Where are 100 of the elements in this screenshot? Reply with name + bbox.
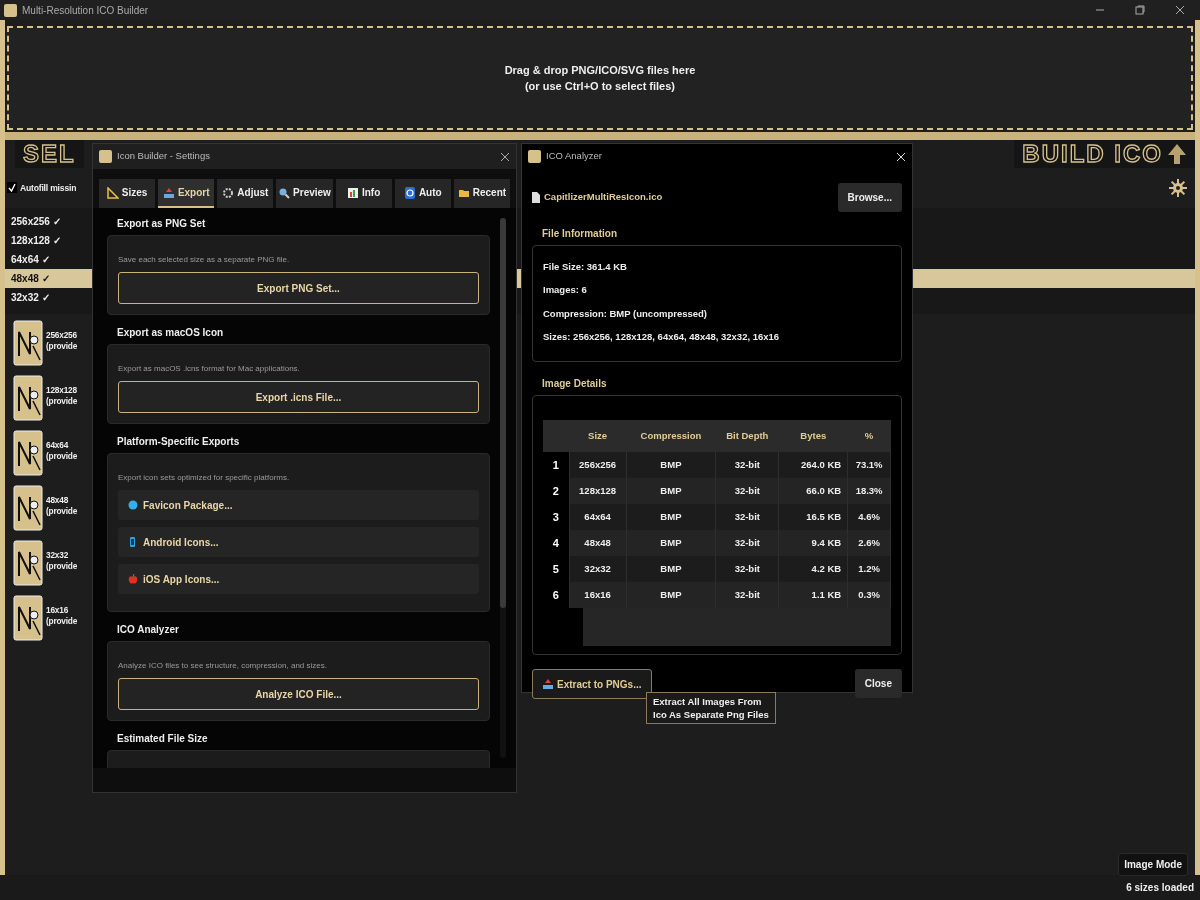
phone-icon: [128, 537, 138, 547]
drop-zone[interactable]: Drag & drop PNG/ICO/SVG files here (or use Ctrl+O to select files): [7, 26, 1193, 130]
browse-button[interactable]: Browse...: [837, 183, 902, 212]
close-icon[interactable]: [500, 151, 510, 162]
search-icon: [278, 186, 291, 199]
info-line: Sizes: 256x256, 128x128, 64x64, 48x48, 32x32, 16x16: [543, 329, 781, 344]
group-title: Image Details: [542, 377, 608, 391]
group-title: File Information: [542, 227, 618, 241]
table-cell: BMP: [626, 478, 716, 504]
tray-icon: [543, 679, 553, 689]
table-cell: BMP: [626, 452, 716, 478]
extract-button[interactable]: Extract to PNGs...: [532, 669, 653, 699]
table-cell: 32-bit: [715, 582, 779, 608]
settings-icon[interactable]: [1169, 179, 1187, 197]
table-cell: BMP: [626, 582, 716, 608]
info-line: Compression: BMP (uncompressed): [543, 306, 708, 321]
build-ico-button[interactable]: BUILD ICO: [1014, 140, 1195, 168]
section-description: Export as macOS .icns format for Mac applications.: [118, 363, 301, 375]
tooltip-line: Extract All Images From: [653, 695, 763, 708]
size-label: 64x64: [46, 440, 70, 451]
column-header[interactable]: %: [847, 420, 891, 452]
tab[interactable]: Auto: [394, 179, 451, 208]
section-title: ICO Analyzer: [117, 623, 180, 637]
close-icon[interactable]: [1175, 5, 1185, 15]
size-label: 256x256: [46, 330, 78, 341]
tray-icon: [162, 186, 175, 199]
size-note: (provide: [46, 561, 78, 572]
table-cell: 32-bit: [715, 478, 779, 504]
info-line: File Size: 361.4 KB: [543, 260, 628, 274]
file-name: CapitlizerMultiResIcon.ico: [544, 190, 663, 205]
tab[interactable]: Preview: [276, 179, 333, 208]
export-button[interactable]: Export PNG Set...: [118, 272, 479, 304]
section-title: Export as macOS Icon: [117, 326, 225, 340]
app-icon: [99, 150, 112, 163]
status-text: 6 sizes loaded: [1126, 881, 1194, 895]
mode-badge: Image Mode: [1118, 853, 1188, 876]
size-note: (provide: [46, 451, 78, 462]
table-cell: 48x48: [569, 530, 627, 556]
column-header[interactable]: Bytes: [778, 420, 848, 452]
export-button[interactable]: Analyze ICO File...: [118, 678, 479, 710]
column-header[interactable]: Bit Depth: [715, 420, 779, 452]
table-cell: 1.1 KB: [778, 582, 848, 608]
table-cell: BMP: [626, 556, 716, 582]
app-icon: [528, 150, 541, 163]
size-label: 128x128: [46, 385, 78, 396]
size-label: 48x48: [46, 495, 70, 506]
table-cell: 16.5 KB: [778, 504, 848, 530]
table-cell: 66.0 KB: [778, 478, 848, 504]
arrow-up-icon: [1167, 143, 1187, 165]
close-button[interactable]: Close: [854, 669, 902, 698]
row-number: 1: [552, 458, 559, 471]
app-icon: [4, 3, 17, 17]
autofill-checkbox[interactable]: [7, 182, 17, 194]
size-label: 32x32: [46, 550, 70, 561]
row-number: 3: [552, 510, 559, 523]
table-cell: 0.3%: [847, 582, 891, 608]
section-description: Export icon sets optimized for specific platforms.: [118, 472, 291, 484]
drop-zone-text: Drag & drop PNG/ICO/SVG files here: [504, 62, 696, 78]
table-cell: 4.6%: [847, 504, 891, 530]
table-cell: 32x32: [569, 556, 627, 582]
table-cell: 9.4 KB: [778, 530, 848, 556]
table-cell: 18.3%: [847, 478, 891, 504]
row-number: 2: [552, 484, 559, 497]
table-cell: BMP: [626, 504, 716, 530]
table-cell: BMP: [626, 530, 716, 556]
platform-button[interactable]: Favicon Package...: [118, 490, 479, 520]
apple-icon: [128, 574, 138, 584]
dialog-title: Icon Builder - Settings: [117, 149, 211, 164]
tab[interactable]: Sizes: [99, 179, 156, 208]
restore-icon[interactable]: [1135, 5, 1145, 15]
tab[interactable]: Export: [158, 179, 215, 208]
gear-icon: [222, 186, 235, 199]
size-note: (provide: [46, 506, 78, 517]
table-cell: 256x256: [569, 452, 627, 478]
row-number: 6: [552, 588, 559, 601]
section-title: Export as PNG Set: [117, 217, 207, 231]
column-header[interactable]: Compression: [626, 420, 716, 452]
table-cell: 2.6%: [847, 530, 891, 556]
table-cell: 128x128: [569, 478, 627, 504]
platform-button[interactable]: Android Icons...: [118, 527, 479, 557]
size-note: (provide: [46, 616, 78, 627]
platform-button[interactable]: iOS App Icons...: [118, 564, 479, 594]
scrollbar[interactable]: [500, 218, 506, 758]
table-cell: 32-bit: [715, 504, 779, 530]
select-button[interactable]: SEL: [15, 140, 84, 168]
table-cell: 73.1%: [847, 452, 891, 478]
autofill-label: Autofill missin: [20, 181, 77, 195]
table-cell: 64x64: [569, 504, 627, 530]
tab[interactable]: Recent: [453, 179, 510, 208]
table-cell: 1.2%: [847, 556, 891, 582]
table-cell: 4.2 KB: [778, 556, 848, 582]
export-button[interactable]: Export .icns File...: [118, 381, 479, 413]
column-header[interactable]: Size: [569, 420, 627, 452]
tab[interactable]: Info: [335, 179, 392, 208]
bar-chart-icon: [346, 186, 359, 199]
table-cell: 16x16: [569, 582, 627, 608]
table-cell: 32-bit: [715, 530, 779, 556]
tab[interactable]: Adjust: [217, 179, 274, 208]
scrollbar-thumb[interactable]: [500, 218, 506, 608]
ruler-icon: [106, 186, 119, 199]
